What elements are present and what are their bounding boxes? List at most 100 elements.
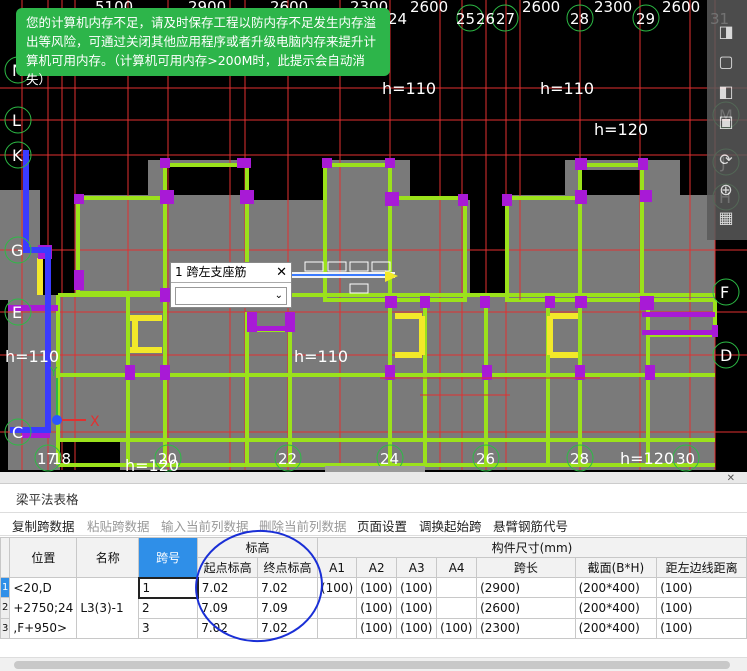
left-axis-label: L [12, 111, 21, 130]
top-axis-label: 24 [388, 10, 407, 28]
start-elev-cell[interactable]: 7.02 [197, 576, 259, 599]
right-axis-label: D [720, 346, 732, 365]
view-box-icon[interactable]: ◧ [712, 80, 740, 104]
a4-cell[interactable] [436, 576, 478, 599]
row-number[interactable]: 2 [0, 597, 11, 619]
edge-dist-cell[interactable]: (100) [656, 617, 747, 640]
zoom-icon[interactable]: ⊕ [712, 178, 740, 202]
col-header-a3: A3 [396, 557, 438, 578]
section-cell[interactable]: (200*400) [574, 617, 658, 640]
col-header-span-length: 跨长 [476, 557, 576, 578]
start-elev-cell[interactable]: 7.02 [197, 617, 259, 640]
position-line: <20,D [13, 581, 52, 595]
a1-cell[interactable] [316, 597, 358, 619]
popup-header: 1 跨左支座筋 ✕ [171, 263, 291, 283]
span-length-cell[interactable]: (2600) [476, 597, 576, 619]
slab-thickness-label: h=120 [594, 120, 648, 139]
view-cube-icon[interactable]: ▣ [712, 110, 740, 134]
col-header-start-elev: 起点标高 [197, 557, 259, 578]
view-3d-icon[interactable]: ◨ [712, 20, 740, 44]
input-column-data-button[interactable]: 输入当前列数据 [161, 516, 249, 535]
edge-dist-cell[interactable]: (100) [656, 576, 747, 599]
start-elev-cell[interactable]: 7.09 [197, 597, 259, 619]
left-axis-label: G [11, 241, 23, 260]
low-memory-notice: 您的计算机内存不足，请及时保存工程以防内存不足发生内存溢出等风险，可通过关闭其他… [16, 8, 390, 87]
a1-cell[interactable]: (100) [316, 576, 358, 599]
a2-cell[interactable]: (100) [356, 597, 398, 619]
col-header-dimensions: 构件尺寸(mm) [316, 537, 747, 558]
span-cell[interactable]: 1 [137, 576, 199, 599]
slab-thickness-label: h=110 [540, 79, 594, 98]
a4-cell[interactable]: (100) [436, 617, 478, 640]
swap-start-span-button[interactable]: 调换起始跨 [419, 516, 482, 535]
a2-cell[interactable]: (100) [356, 617, 398, 640]
slab-thickness-label: h=120 [620, 449, 674, 468]
close-icon[interactable]: ✕ [276, 263, 287, 282]
delete-column-data-button[interactable]: 删除当前列数据 [259, 516, 347, 535]
name-cell[interactable]: L3(3)-1 [76, 577, 140, 639]
bottom-axis-label: 30 [676, 450, 695, 468]
col-header-edge-dist: 距左边线距离 [656, 557, 747, 578]
section-cell[interactable]: (200*400) [574, 576, 658, 599]
a3-cell[interactable]: (100) [396, 576, 438, 599]
a1-cell[interactable] [316, 617, 358, 640]
bottom-axis-label: 18 [52, 450, 71, 468]
bottom-axis-label: 22 [278, 450, 297, 468]
span-cell[interactable]: 3 [138, 617, 199, 640]
top-axis-label: 2300 [594, 0, 632, 16]
span-length-cell[interactable]: (2300) [476, 617, 576, 640]
view-2d-icon[interactable]: ▢ [712, 50, 740, 74]
chevron-down-icon: ⌄ [274, 290, 283, 301]
cantilever-code-button[interactable]: 悬臂钢筋代号 [493, 516, 568, 535]
a3-cell[interactable]: (100) [396, 597, 438, 619]
end-elev-cell[interactable]: 7.02 [257, 576, 318, 599]
coord-x-label: X [90, 414, 100, 430]
edge-dist-cell[interactable]: (100) [656, 597, 747, 619]
corner-cell [0, 537, 11, 578]
page-setup-button[interactable]: 页面设置 [357, 516, 407, 535]
top-axis-label: 26 [476, 10, 495, 28]
bottom-axis-label: 28 [570, 450, 589, 468]
row-number[interactable]: 3 [0, 617, 11, 640]
a2-cell[interactable]: (100) [356, 576, 398, 599]
span-cell[interactable]: 2 [138, 597, 199, 619]
copy-span-data-button[interactable]: 复制跨数据 [12, 516, 75, 535]
table-row[interactable]: 1 <20,D +2750;24 ,F+950> L3(3)-1 1 7.02 … [0, 576, 747, 639]
position-cell[interactable]: <20,D +2750;24 ,F+950> [9, 577, 78, 639]
a3-cell[interactable]: (100) [396, 617, 438, 640]
scroll-thumb[interactable] [14, 661, 730, 669]
end-elev-cell[interactable]: 7.09 [257, 597, 318, 619]
top-axis-label: 28 [570, 10, 589, 28]
grid-icon[interactable]: ▦ [712, 206, 740, 230]
end-elev-cell[interactable]: 7.02 [257, 617, 318, 640]
col-header-name: 名称 [76, 537, 140, 578]
col-header-span[interactable]: 跨号 [138, 537, 199, 578]
paste-span-data-button[interactable]: 粘贴跨数据 [87, 516, 150, 535]
span-length-cell[interactable]: (2900) [476, 576, 576, 599]
col-header-end-elev: 终点标高 [257, 557, 318, 578]
coord-y-label: Y [49, 365, 58, 379]
rotate-icon[interactable]: ⟳ [712, 148, 740, 172]
top-axis-label: 2600 [522, 0, 560, 16]
top-axis-label: 25 [456, 10, 475, 28]
section-cell[interactable]: (200*400) [574, 597, 658, 619]
horizontal-scrollbar[interactable] [0, 657, 747, 671]
left-axis-label: C [12, 423, 23, 442]
top-axis-label: 2600 [410, 0, 448, 16]
col-header-elevation: 标高 [197, 537, 318, 558]
left-axis-label: K [12, 146, 23, 165]
panel-toolbar: 复制跨数据 粘贴跨数据 输入当前列数据 删除当前列数据 页面设置 调换起始跨 悬… [0, 512, 747, 536]
support-bar-popup: 1 跨左支座筋 ✕ ⌄ [170, 262, 292, 308]
col-header-position: 位置 [9, 537, 78, 578]
row-number[interactable]: 1 [0, 576, 11, 599]
slab-thickness-label: h=120 [125, 456, 179, 472]
support-bar-dropdown[interactable]: ⌄ [175, 287, 287, 305]
panel-title: 梁平法表格 [16, 492, 79, 507]
panel-grip-bar[interactable]: ✕ [0, 472, 747, 484]
beam-data-table: 位置 名称 跨号 标高 构件尺寸(mm) 起点标高 终点标高 A1 A2 A3 … [0, 537, 747, 657]
close-icon[interactable]: ✕ [727, 473, 735, 484]
slab-thickness-label: h=110 [294, 347, 348, 366]
a4-cell[interactable] [436, 597, 478, 619]
position-line: ,F+950> [13, 621, 68, 635]
drawing-canvas[interactable]: 5100 2900 2600 2300 24 2600 25 26 27 260… [0, 0, 747, 472]
